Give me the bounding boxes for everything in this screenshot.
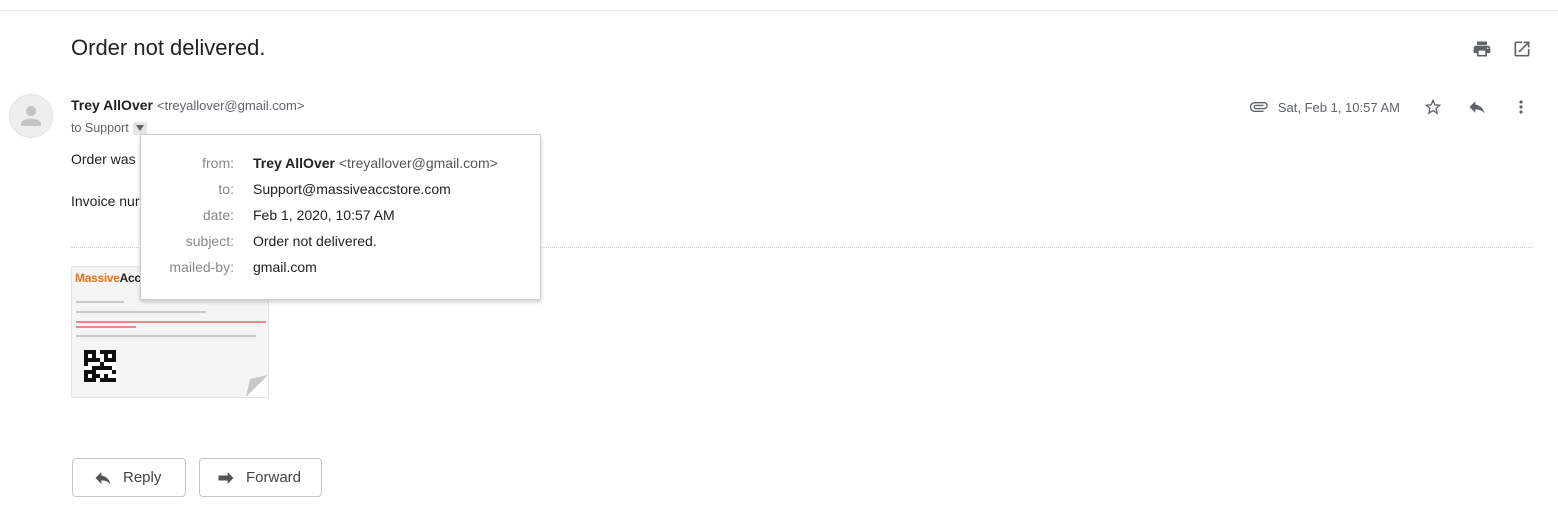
thumb-text-line (76, 301, 124, 303)
reply-icon (95, 471, 111, 485)
sender-email: <treyallover@gmail.com> (156, 98, 305, 113)
thumb-text-line (76, 335, 256, 337)
sender-avatar (9, 94, 53, 138)
more-vert-icon[interactable] (1510, 96, 1532, 118)
message-date: Sat, Feb 1, 10:57 AM (1277, 99, 1400, 115)
detail-label: date: (202, 207, 234, 223)
details-popup: from: Trey AllOver <treyallover@gmail.co… (140, 134, 541, 300)
recipients-line: to Support (71, 121, 147, 135)
show-details-button[interactable] (132, 121, 147, 135)
email-subject: Order not delivered. (71, 35, 266, 60)
detail-mailed-by-value: gmail.com (253, 259, 317, 275)
forward-button-label: Forward (246, 469, 302, 486)
person-icon (21, 106, 41, 126)
print-icon[interactable] (1471, 38, 1493, 60)
message-meta: Sat, Feb 1, 10:57 AM (1248, 96, 1558, 118)
to-recipients: to Support (71, 121, 129, 135)
detail-label: from: (202, 155, 234, 171)
detail-row-to: to: Support@massiveaccstore.com (141, 181, 540, 201)
detail-date-value: Feb 1, 2020, 10:57 AM (253, 207, 395, 223)
sender: Trey AllOver <treyallover@gmail.com> (71, 97, 304, 113)
detail-row-mailed-by: mailed-by: gmail.com (141, 259, 540, 279)
detail-to-value: Support@massiveaccstore.com (253, 181, 451, 197)
detail-row-date: date: Feb 1, 2020, 10:57 AM (141, 207, 540, 227)
open-in-new-window-icon[interactable] (1511, 38, 1533, 60)
detail-label: to: (218, 181, 234, 197)
qr-code-icon (84, 350, 116, 382)
detail-row-subject: subject: Order not delivered. (141, 233, 540, 253)
detail-label: mailed-by: (169, 259, 234, 275)
reply-button-label: Reply (123, 469, 162, 486)
star-icon[interactable] (1422, 96, 1444, 118)
paperclip-icon (1248, 99, 1270, 115)
top-divider (0, 10, 1558, 11)
page-fold-icon (246, 375, 268, 397)
reply-button[interactable]: Reply (72, 458, 186, 497)
thumb-text-line (76, 321, 266, 323)
detail-from-email: <treyallover@gmail.com> (338, 155, 498, 171)
body-text-line-2: Invoice nur (71, 193, 140, 209)
thumb-text-line (76, 311, 206, 313)
forward-arrow-icon (218, 471, 234, 484)
thumb-text-line (76, 326, 136, 328)
chevron-down-icon (135, 125, 144, 131)
detail-from-name: Trey AllOver (253, 155, 335, 171)
detail-row-from: from: Trey AllOver <treyallover@gmail.co… (141, 155, 540, 175)
reply-icon[interactable] (1466, 96, 1488, 118)
detail-label: subject: (185, 233, 234, 249)
body-text-line-1: Order was (71, 151, 136, 167)
detail-subject-value: Order not delivered. (253, 233, 377, 249)
sender-name[interactable]: Trey AllOver (71, 97, 153, 113)
forward-button[interactable]: Forward (199, 458, 322, 497)
